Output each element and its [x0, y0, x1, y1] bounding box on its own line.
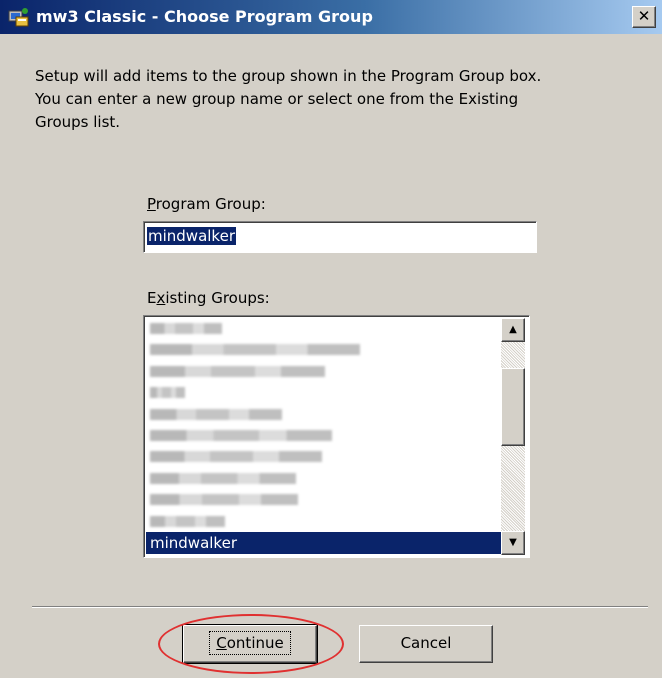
list-item-obscured[interactable]: [146, 446, 501, 467]
list-item-obscured[interactable]: [146, 425, 501, 446]
app-setup-icon: [8, 8, 29, 27]
continue-button-label: Continue: [209, 631, 291, 655]
list-item-obscured[interactable]: [146, 404, 501, 425]
list-item-label: mindwalker: [150, 533, 237, 552]
intro-text: Setup will add items to the group shown …: [35, 65, 635, 134]
existing-groups-list[interactable]: mindwalker ▲ ▼: [143, 315, 530, 558]
list-item-obscured[interactable]: [146, 511, 501, 532]
scroll-thumb[interactable]: [501, 368, 525, 446]
close-icon: ✕: [637, 7, 651, 25]
scroll-up-arrow-icon: ▲: [509, 324, 517, 335]
window-title: mw3 Classic - Choose Program Group: [36, 7, 373, 26]
existing-groups-label: Existing Groups:: [147, 289, 270, 307]
title-bar[interactable]: mw3 Classic - Choose Program Group ✕: [0, 0, 662, 34]
cancel-button[interactable]: Cancel: [359, 625, 493, 663]
list-item-obscured[interactable]: [146, 339, 501, 360]
continue-button[interactable]: Continue: [182, 624, 318, 664]
list-item-obscured[interactable]: [146, 489, 501, 510]
list-item-obscured[interactable]: [146, 468, 501, 489]
scroll-down-button[interactable]: ▼: [501, 531, 525, 555]
program-group-value: mindwalker: [147, 227, 236, 245]
scroll-up-button[interactable]: ▲: [501, 318, 525, 342]
separator: [32, 606, 648, 608]
close-button[interactable]: ✕: [632, 6, 656, 28]
list-item-obscured[interactable]: [146, 382, 501, 403]
scroll-down-arrow-icon: ▼: [509, 537, 517, 548]
list-item-selected[interactable]: mindwalker: [146, 531, 501, 554]
intro-line: Setup will add items to the group shown …: [35, 67, 542, 85]
cancel-button-label: Cancel: [400, 634, 452, 652]
program-group-label: Program Group:: [147, 195, 266, 213]
intro-line: You can enter a new group name or select…: [35, 90, 519, 108]
program-group-input[interactable]: mindwalker: [143, 221, 537, 253]
list-items: mindwalker: [146, 318, 501, 554]
list-item-obscured[interactable]: [146, 361, 501, 382]
vertical-scrollbar[interactable]: ▲ ▼: [501, 318, 525, 555]
list-item-obscured[interactable]: [146, 318, 501, 339]
intro-line: Groups list.: [35, 113, 121, 131]
